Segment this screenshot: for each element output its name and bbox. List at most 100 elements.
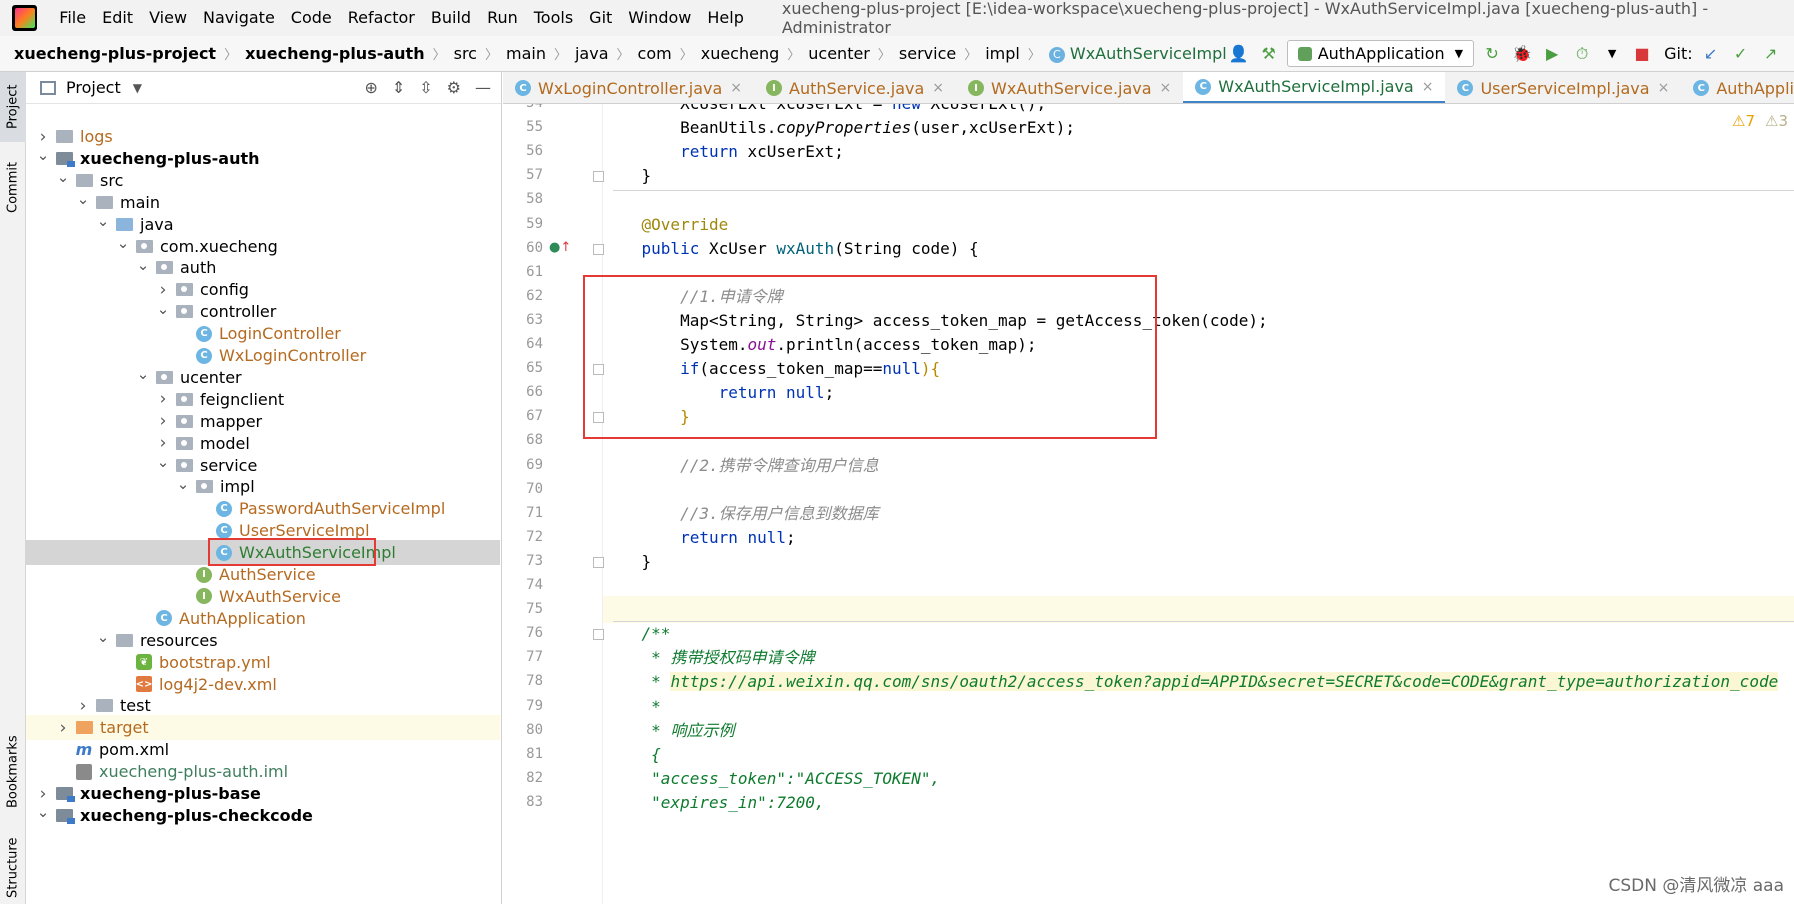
breadcrumb-item[interactable]: C WxAuthServiceImpl [1048,44,1227,63]
line-number: 83 [526,793,543,810]
breadcrumb-item[interactable]: xuecheng-plus-project [14,44,216,63]
inspection-widget[interactable]: ⚠7 ⚠3 [1732,112,1788,130]
menu-item-refactor[interactable]: Refactor [340,0,423,36]
class-icon: C [1048,46,1065,63]
chevron-down-icon[interactable]: ⌄ [76,190,90,208]
menu-item-edit[interactable]: Edit [94,0,141,36]
git-push-icon[interactable]: ↗ [1759,42,1783,66]
tree-item-label: test [120,696,151,716]
breadcrumb-item[interactable]: service [899,44,956,63]
tool-tab-bookmarks[interactable]: Bookmarks [0,722,26,822]
package-icon [176,414,193,428]
chevron-down-icon[interactable]: ⌄ [136,256,150,274]
breadcrumb-item[interactable]: main [506,44,546,63]
menu-item-build[interactable]: Build [423,0,479,36]
expand-all-icon[interactable]: ⇕ [392,78,405,97]
chevron-down-icon[interactable]: ⌄ [56,168,70,186]
breadcrumb-item[interactable]: java [575,44,609,63]
tool-tab-structure[interactable]: Structure [0,832,26,904]
window-title: xuecheng-plus-project [E:\idea-workspace… [781,0,1709,37]
line-number: 71 [526,504,543,521]
close-icon[interactable]: × [730,80,742,96]
chevron-right-icon[interactable]: › [156,433,170,453]
menu-item-navigate[interactable]: Navigate [195,0,283,36]
gear-icon[interactable]: ⚙ [447,78,461,97]
debug-icon[interactable]: 🐞 [1510,42,1534,66]
editor-tab[interactable]: C WxAuthServiceImpl.java × [1183,72,1446,103]
menu-item-window[interactable]: Window [620,0,699,36]
chevron-right-icon[interactable]: › [36,127,50,147]
chevron-down-icon[interactable]: ⌄ [156,300,170,318]
menu-item-view[interactable]: View [141,0,195,36]
tree-item-label: controller [200,302,277,322]
code-token: wxAuth [776,238,835,258]
breadcrumb-item[interactable]: ucenter [808,44,870,63]
git-commit-icon[interactable]: ✓ [1729,42,1753,66]
rerun-icon[interactable]: ↻ [1480,42,1504,66]
git-update-icon[interactable]: ↙ [1699,42,1723,66]
chevron-right-icon[interactable]: › [156,280,170,300]
code-editor[interactable]: 54 55 56 57 58 59 60 ●↑ 61 62 63 64 65 66 67 68 69 70 71 72… [503,104,1794,904]
folder-icon [56,130,73,143]
chevron-down-icon[interactable]: ⌄ [36,803,50,821]
main-toolbar: 👤 ⚒ AuthApplication ▼ ↻ 🐞 ▶ ⏱ ▼ ■ Git: ↙… [1227,40,1794,67]
breadcrumb-item[interactable]: com [638,44,672,63]
menu-item-help[interactable]: Help [699,0,751,36]
tool-tab-commit[interactable]: Commit [0,152,26,222]
menu-item-code[interactable]: Code [283,0,340,36]
user-icon[interactable]: 👤 [1227,42,1251,66]
editor-tab[interactable]: I WxAuthService.java × [956,72,1183,103]
hide-icon[interactable]: — [475,78,491,97]
chevron-right-icon[interactable]: › [76,696,90,716]
chevron-down-icon[interactable]: ⌄ [176,475,190,493]
git-history-icon[interactable]: ◷ [1789,42,1794,66]
chevron-right-icon[interactable]: › [56,718,70,738]
code-token: ; [786,527,796,547]
chevron-right-icon[interactable]: › [36,784,50,804]
coverage-icon[interactable]: ▶ [1540,42,1564,66]
editor-tab[interactable]: I AuthService.java × [754,72,956,103]
chevron-down-icon[interactable]: ⌄ [156,453,170,471]
locate-icon[interactable]: ⊕ [364,78,377,97]
profile-icon[interactable]: ⏱ [1570,42,1594,66]
close-icon[interactable]: × [1160,80,1172,96]
close-icon[interactable]: × [1422,79,1434,95]
implements-method-icon[interactable]: ●↑ [549,240,571,255]
editor-tab[interactable]: CAuthApplication.java× [1681,72,1794,103]
run-configuration-select[interactable]: AuthApplication ▼ [1286,40,1475,67]
menu-item-tools[interactable]: Tools [526,0,581,36]
tree-item-label: impl [220,477,255,497]
chevron-down-icon[interactable]: ⌄ [96,628,110,646]
warning-count: ⚠7 [1732,112,1755,130]
chevron-down-icon[interactable]: ⌄ [96,212,110,230]
tool-tab-project[interactable]: Project [0,72,26,142]
tree-item[interactable]: ⌄ xuecheng-plus-checkcode [26,803,500,828]
breadcrumb-label: com [637,44,672,63]
menu-item-git[interactable]: Git [581,0,620,36]
more-run-icon[interactable]: ▼ [1600,42,1624,66]
stop-icon[interactable]: ■ [1630,42,1654,66]
breadcrumb-item[interactable]: impl [985,44,1020,63]
folder-icon [76,173,93,187]
project-panel-title[interactable]: Project [66,78,121,97]
close-icon[interactable]: × [1658,80,1670,96]
code-line: BeanUtils.copyProperties(user,xcUserExt)… [603,114,1794,141]
editor-tab[interactable]: C UserServiceImpl.java × [1445,72,1681,103]
breadcrumb-item[interactable]: xuecheng [701,44,780,63]
menu-item-run[interactable]: Run [479,0,526,36]
breadcrumb-item[interactable]: xuecheng-plus-auth [245,44,425,63]
close-icon[interactable]: × [932,80,944,96]
collapse-all-icon[interactable]: ⇳ [419,78,432,97]
chevron-down-icon[interactable]: ⌄ [116,234,130,252]
build-hammer-icon[interactable]: ⚒ [1257,42,1281,66]
breadcrumb-item[interactable]: src [454,44,477,63]
weak-warning-count-value: 3 [1778,112,1788,130]
breadcrumb-separator-icon: 〉 [787,48,801,63]
menu-item-file[interactable]: File [51,0,94,36]
chevron-down-icon[interactable]: ▼ [133,81,142,95]
chevron-right-icon[interactable]: › [156,411,170,431]
chevron-right-icon[interactable]: › [156,389,170,409]
chevron-down-icon[interactable]: ⌄ [36,146,50,164]
chevron-down-icon[interactable]: ⌄ [136,365,150,383]
editor-tab[interactable]: C WxLoginController.java × [503,72,754,103]
